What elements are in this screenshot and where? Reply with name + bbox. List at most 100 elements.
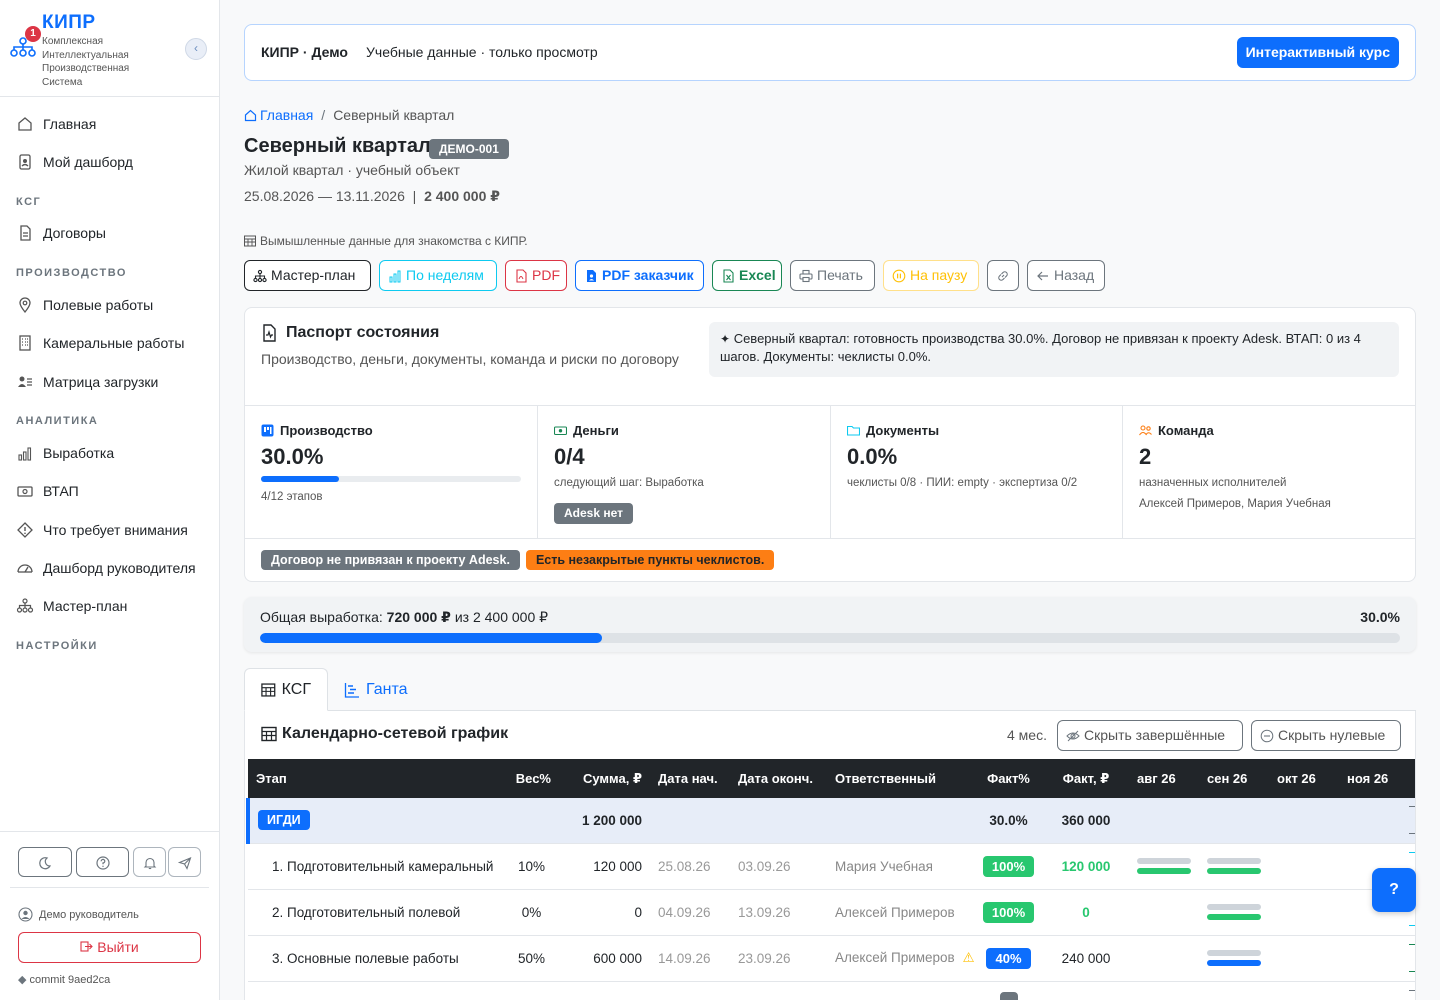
col-header-sum[interactable]: Сумма, ₽	[559, 759, 650, 798]
excel-button[interactable]: Excel	[712, 260, 782, 291]
tab-gantt[interactable]: Ганта	[328, 668, 424, 711]
folder-icon	[847, 425, 860, 436]
printer-icon	[799, 269, 813, 282]
sidebar-item-output[interactable]: Выработка	[16, 438, 114, 468]
sidebar-item-label: Договоры	[43, 225, 106, 241]
pause-button[interactable]: На паузу	[883, 260, 979, 291]
col-header-fact-pct[interactable]: Факт%	[974, 759, 1043, 798]
metric-production-label: Производство	[261, 423, 373, 438]
logout-label: Выйти	[97, 939, 139, 955]
stage-start	[650, 981, 730, 1000]
demo-note-text: Вымышленные данные для знакомства с КИПР…	[260, 234, 528, 248]
sidebar-item-label: Выработка	[43, 445, 115, 461]
sidebar-item-vtap[interactable]: ВТАП	[16, 476, 79, 506]
stage-fact-pct-cell: 100%	[974, 889, 1043, 936]
copy-group-button[interactable]	[1409, 806, 1415, 834]
table-row[interactable]: 2. Подготовительный полевой 0% 0 04.09.2…	[248, 889, 1415, 936]
brand-title[interactable]: КИПР	[42, 12, 96, 34]
gantt-cell-oct	[1269, 935, 1339, 982]
owner-name: Алексей Примеров	[835, 950, 955, 965]
table-row[interactable]	[248, 981, 1415, 1000]
alert-open-checklists: Есть незакрытые пункты чеклистов.	[525, 550, 775, 570]
stage-fact-pct-cell: 40%	[974, 935, 1043, 982]
notifications-button[interactable]	[133, 847, 166, 877]
contract-dates: 25.08.2026 — 13.11.2026 | 2 400 000 ₽	[244, 188, 500, 205]
telegram-button[interactable]	[168, 847, 201, 877]
sidebar-section-analytics: АНАЛИТИКА	[16, 415, 99, 427]
gantt-cell-sep	[1199, 935, 1269, 982]
pdf-button[interactable]: PDF	[505, 260, 567, 291]
group-row-igdi[interactable]: ИГДИ 1 200 000 30.0% 360 000	[246, 798, 1415, 844]
stage-weight	[504, 981, 559, 1000]
sidebar-item-contracts[interactable]: Договоры	[16, 218, 106, 248]
master-plan-button[interactable]: Мастер-план	[244, 260, 371, 291]
warning-icon: ⚠	[958, 950, 974, 965]
passport-metrics: Производство 30.0% 4/12 этапов Деньги 0/…	[245, 405, 1415, 539]
table-row[interactable]: 1. Подготовительный камеральный 10% 120 …	[248, 843, 1415, 890]
gantt-cell-oct	[1269, 843, 1339, 890]
breadcrumb-separator: /	[321, 107, 326, 123]
passport-title: Паспорт состояния	[261, 324, 439, 342]
stage-fact-sum: 240 000	[1043, 935, 1129, 982]
row-action-cell	[1409, 935, 1415, 982]
dash-circle-icon	[1260, 729, 1274, 742]
sidebar-item-office-works[interactable]: Камеральные работы	[16, 328, 184, 358]
fact-pct-badge[interactable]	[999, 992, 1018, 1000]
sidebar-item-my-dashboard[interactable]: Мой дашборд	[16, 147, 133, 177]
col-header-start[interactable]: Дата нач.	[650, 759, 730, 798]
group-gantt-aug	[1129, 798, 1199, 844]
print-button[interactable]: Печать	[790, 260, 875, 291]
stage-sum: 0	[559, 889, 650, 936]
col-header-end[interactable]: Дата оконч.	[730, 759, 827, 798]
banner-title: КИПР · Демо	[261, 44, 348, 60]
fact-pct-badge[interactable]: 100%	[982, 901, 1035, 923]
group-action-cell	[1409, 798, 1415, 844]
sidebar-item-field-works[interactable]: Полевые работы	[16, 290, 153, 320]
ksg-card: Календарно-сетевой график 4 мес. Скрыть …	[244, 711, 1416, 1000]
table-row[interactable]: 3. Основные полевые работы 50% 600 000 1…	[248, 935, 1415, 982]
gantt-cell-oct	[1269, 981, 1339, 1000]
floating-help-button[interactable]: ?	[1372, 868, 1416, 912]
file-person-icon	[587, 269, 596, 282]
tab-ksg[interactable]: КСГ	[244, 668, 328, 711]
pdf-label: PDF	[532, 267, 560, 283]
gantt-cell-sep	[1199, 843, 1269, 890]
copy-link-button[interactable]	[987, 260, 1019, 291]
sidebar-item-master-plan[interactable]: Мастер-план	[16, 591, 127, 621]
back-label: Назад	[1054, 267, 1095, 283]
pdf-customer-button[interactable]: PDF заказчик	[575, 260, 704, 291]
file-pdf-icon	[516, 268, 527, 283]
row-action-button[interactable]	[1409, 989, 1415, 1000]
col-header-stage[interactable]: Этап	[248, 759, 504, 798]
group-fact-sum: 360 000	[1043, 798, 1129, 844]
chart-row-button[interactable]	[1409, 943, 1415, 972]
interactive-course-button[interactable]: Интерактивный курс	[1236, 37, 1399, 68]
breadcrumb-home-link[interactable]: Главная	[260, 107, 313, 123]
logout-button[interactable]: Выйти	[18, 932, 201, 963]
help-button[interactable]	[76, 847, 129, 877]
by-weeks-button[interactable]: По неделям	[379, 260, 497, 291]
notification-badge[interactable]: 1	[25, 26, 41, 42]
back-button[interactable]: Назад	[1027, 260, 1105, 291]
sidebar-item-home[interactable]: Главная	[16, 109, 96, 139]
ksg-title-text: Календарно-сетевой график	[282, 725, 509, 742]
table-icon	[244, 235, 256, 247]
hide-zero-button[interactable]: Скрыть нулевые	[1251, 720, 1401, 751]
col-header-weight[interactable]: Вес%	[504, 759, 559, 798]
fact-pct-badge[interactable]: 40%	[986, 947, 1031, 969]
excel-label: Excel	[739, 267, 776, 283]
theme-toggle-button[interactable]	[18, 847, 72, 877]
hide-completed-button[interactable]: Скрыть завершённые	[1057, 720, 1243, 751]
view-tabs: КСГ Ганта	[244, 668, 1416, 711]
fact-pct-badge[interactable]: 100%	[982, 855, 1035, 877]
sidebar-item-manager-dashboard[interactable]: Дашборд руководителя	[16, 553, 196, 583]
sidebar-item-load-matrix[interactable]: Матрица загрузки	[16, 367, 158, 397]
sidebar-item-label: Дашборд руководителя	[43, 560, 196, 576]
logout-icon	[80, 941, 94, 952]
col-header-owner[interactable]: Ответственный	[827, 759, 974, 798]
collapse-sidebar-button[interactable]: ‹	[185, 38, 207, 60]
bar-chart-icon	[389, 270, 401, 282]
sidebar-item-attention[interactable]: Что требует внимания	[16, 515, 188, 545]
col-header-fact-sum[interactable]: Факт, ₽	[1043, 759, 1129, 798]
home-icon[interactable]	[244, 109, 257, 122]
